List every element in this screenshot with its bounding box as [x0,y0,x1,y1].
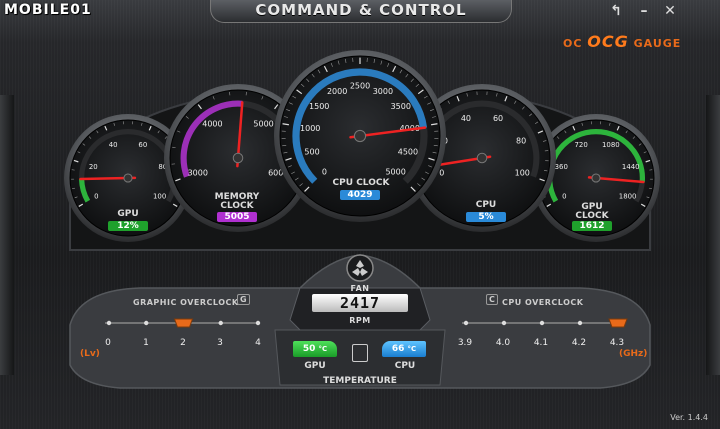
gpu-temp-label: GPU [304,361,326,371]
cpu-oc-dot [539,320,545,326]
temperature-label: TEMPERATURE [323,376,397,386]
gpu-temp-badge: 50 °C [293,341,337,357]
cpu-oc-tick[interactable]: 4.3 [605,338,629,348]
graphic-oc-thumb[interactable] [173,318,194,328]
cpu-oc-dot [501,320,507,326]
cpu-overclock-icon: C [486,294,499,305]
app-window: MOBILE01 COMMAND & CONTROL ↰ – ✕ OC OCG … [0,0,720,429]
cpu-overclock-label: CPU OVERCLOCK [502,298,584,307]
cpu-oc-tick[interactable]: 3.9 [453,338,477,348]
gpu-temp-unit: °C [318,345,328,353]
graphic-oc-tick[interactable]: 0 [96,338,120,348]
graphic-oc-dot [106,320,112,326]
graphic-oc-tick[interactable]: 4 [246,338,270,348]
cpu-temp-badge: 66 °C [382,341,426,357]
graphic-oc-dot [218,320,223,326]
cpu-oc-tick[interactable]: 4.1 [529,338,553,348]
graphic-overclock-label: GRAPHIC OVERCLOCK [133,298,239,307]
cpu-oc-thumb[interactable] [608,318,628,328]
graphic-oc-tick[interactable]: 1 [134,338,158,348]
graphic-oc-unit: (Lv) [80,349,100,359]
graphic-overclock-icon: G [237,294,251,305]
cpu-oc-dot [577,320,583,326]
cpu-temp-unit: °C [407,345,417,353]
fan-speed-unit: RPM [349,316,371,325]
fan-speed-value: 2417 [312,294,408,312]
version-label: Ver. 1.4.4 [670,413,708,422]
cpu-oc-tick[interactable]: 4.0 [491,338,515,348]
graphic-oc-dot [255,320,261,326]
cpu-oc-unit: (GHz) [619,349,648,359]
graphic-oc-tick[interactable]: 2 [171,338,195,348]
graphic-oc-tick[interactable]: 3 [208,338,232,348]
cpu-oc-dot [463,320,469,326]
gpu-temp-value: 50 [302,344,316,354]
control-console [69,254,651,389]
cpu-temp-value: 66 [391,344,405,354]
graphic-oc-dot [144,320,149,326]
thermometer-icon [352,344,368,362]
cpu-oc-tick[interactable]: 4.2 [567,338,591,348]
cpu-temp-label: CPU [394,361,416,371]
